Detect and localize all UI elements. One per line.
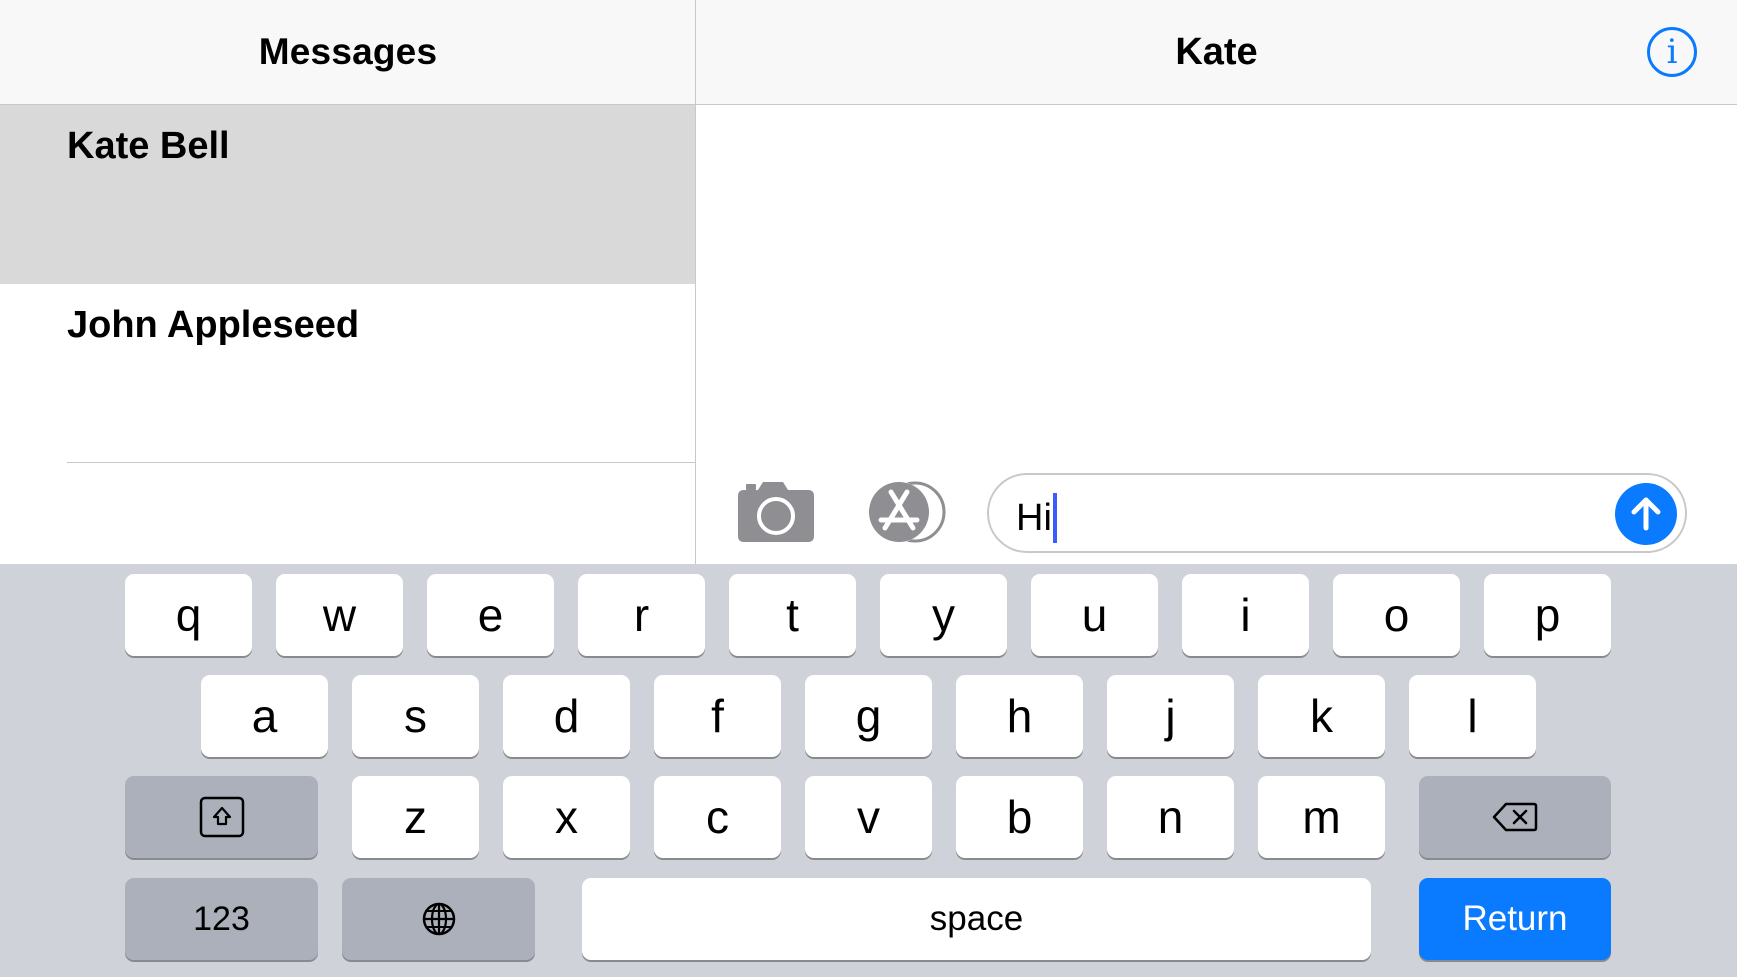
message-input-bar: Hi (696, 466, 1737, 564)
key-x[interactable]: x (503, 776, 630, 858)
sidebar-title: Messages (258, 31, 438, 72)
space-key[interactable]: space (582, 878, 1371, 960)
camera-icon[interactable] (736, 480, 816, 544)
message-input-text: Hi (1016, 493, 1057, 543)
key-s[interactable]: s (352, 675, 479, 757)
conversation-name: John Appleseed (67, 304, 360, 346)
key-m[interactable]: m (1258, 776, 1385, 858)
key-k[interactable]: k (1258, 675, 1385, 757)
key-f[interactable]: f (654, 675, 781, 757)
numbers-key[interactable]: 123 (125, 878, 318, 960)
key-q[interactable]: q (125, 574, 252, 656)
key-c[interactable]: c (654, 776, 781, 858)
row-divider (67, 462, 696, 463)
key-v[interactable]: v (805, 776, 932, 858)
arrow-up-icon[interactable] (1615, 483, 1677, 545)
conversation-list: Messages Kate Bell John Appleseed (0, 0, 696, 564)
on-screen-keyboard: q w e r t y u i o p a s d f g h j k l z … (0, 564, 1737, 977)
key-i[interactable]: i (1182, 574, 1309, 656)
key-e[interactable]: e (427, 574, 554, 656)
conversation-item-john-appleseed[interactable]: John Appleseed (0, 284, 696, 463)
text-caret (1052, 493, 1057, 543)
detail-header: Kate i (696, 0, 1737, 105)
key-t[interactable]: t (729, 574, 856, 656)
key-a[interactable]: a (201, 675, 328, 757)
key-y[interactable]: y (880, 574, 1007, 656)
key-r[interactable]: r (578, 574, 705, 656)
key-n[interactable]: n (1107, 776, 1234, 858)
app-store-icon[interactable] (861, 480, 951, 544)
shift-icon[interactable] (125, 776, 318, 858)
info-icon[interactable]: i (1647, 27, 1697, 77)
return-key[interactable]: Return (1419, 878, 1611, 960)
key-b[interactable]: b (956, 776, 1083, 858)
key-l[interactable]: l (1409, 675, 1536, 757)
key-u[interactable]: u (1031, 574, 1158, 656)
key-o[interactable]: o (1333, 574, 1460, 656)
globe-icon[interactable] (342, 878, 535, 960)
sidebar-header: Messages (0, 0, 696, 105)
conversation-item-kate-bell[interactable]: Kate Bell (0, 105, 696, 284)
key-w[interactable]: w (276, 574, 403, 656)
key-h[interactable]: h (956, 675, 1083, 757)
conversation-name: Kate Bell (67, 125, 230, 167)
conversation-detail: Kate i Hi (696, 0, 1737, 564)
detail-title: Kate (1175, 30, 1258, 73)
key-j[interactable]: j (1107, 675, 1234, 757)
message-input[interactable]: Hi (987, 473, 1687, 553)
backspace-icon[interactable] (1419, 776, 1611, 858)
key-p[interactable]: p (1484, 574, 1611, 656)
key-g[interactable]: g (805, 675, 932, 757)
key-z[interactable]: z (352, 776, 479, 858)
key-d[interactable]: d (503, 675, 630, 757)
